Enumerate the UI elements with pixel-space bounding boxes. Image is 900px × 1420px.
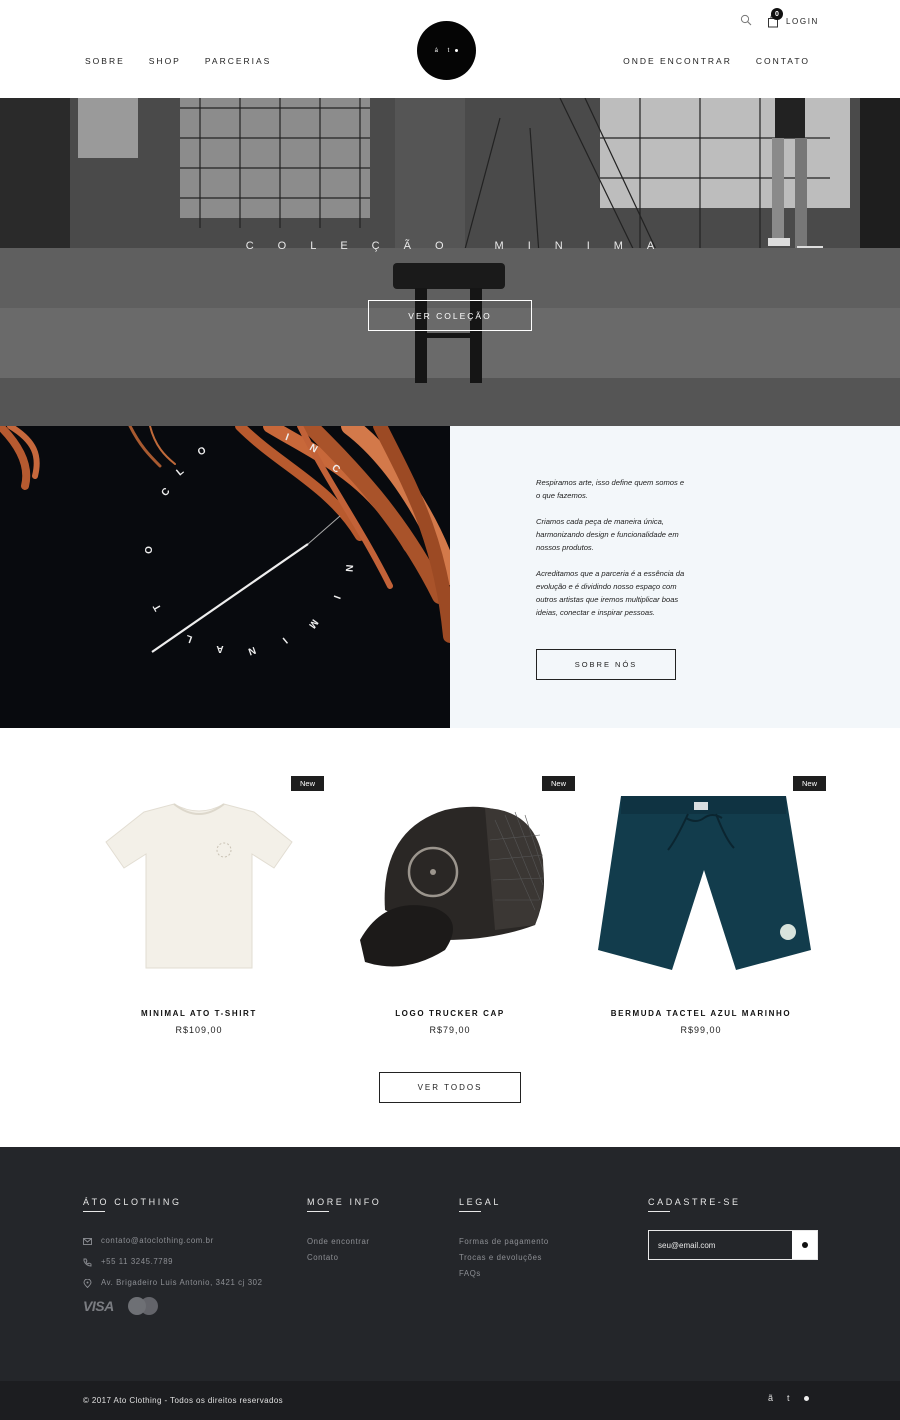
site-header: SOBRE SHOP PARCERIAS á t ONDE ENCONTRAR … [0, 0, 900, 98]
mastercard-icon [127, 1297, 158, 1315]
footer-link-pagamento[interactable]: Formas de pagamento [459, 1234, 549, 1250]
hero-title: COLEÇÃO MINIMA [245, 240, 679, 252]
footer-logo-dot [803, 1395, 809, 1401]
cap-image[interactable] [325, 790, 575, 980]
footer-email[interactable]: contato@atoclothing.com.br [101, 1234, 214, 1248]
mail-icon [83, 1238, 92, 1245]
about-image: C L O I N C N I M I N A L T O [0, 426, 450, 728]
svg-text:O: O [144, 546, 155, 554]
footer-address: Av. Brigadeiro Luis Antonio, 3421 cj 302 [101, 1278, 263, 1287]
product-card[interactable]: New MINIMAL ATO T-SHIRT R$109,00 [74, 772, 324, 1052]
footer-more-info-column: MORE INFO Onde encontrar Contato [307, 1197, 381, 1266]
nav-sobre[interactable]: SOBRE [85, 56, 125, 66]
footer-phone-row: +55 11 3245.7789 [83, 1255, 273, 1269]
footer-signup-heading: CADASTRE-SE [648, 1197, 818, 1216]
footer-logo-t: t [787, 1393, 790, 1403]
hero-banner: COLEÇÃO MINIMA VER COLEÇÃO [0, 98, 900, 426]
svg-text:I: I [280, 635, 289, 645]
nav-right: ONDE ENCONTRAR CONTATO [623, 56, 810, 66]
cart-count-badge: 0 [771, 8, 783, 20]
footer-legal-column: LEGAL Formas de pagamento Trocas e devol… [459, 1197, 549, 1282]
logo-text: á t [434, 47, 454, 54]
site-footer: ÁTO CLOTHING contato@atoclothing.com.br … [0, 1147, 900, 1381]
sobre-nos-button[interactable]: SOBRE NÓS [536, 649, 676, 680]
footer-more-info-heading: MORE INFO [307, 1197, 381, 1216]
phone-icon [83, 1258, 92, 1267]
location-icon [83, 1279, 92, 1288]
footer-signup-column: CADASTRE-SE [648, 1197, 818, 1260]
svg-text:N: N [307, 442, 319, 455]
svg-text:C: C [160, 486, 173, 499]
submit-dot-icon [801, 1242, 808, 1248]
product-name[interactable]: MINIMAL ATO T-SHIRT [74, 1009, 324, 1018]
footer-phone: +55 11 3245.7789 [101, 1257, 174, 1266]
new-badge: New [290, 776, 324, 791]
new-badge: New [792, 776, 826, 791]
circular-lettering: C L O I N C N I M I N A L T O [144, 432, 355, 657]
svg-text:I: I [284, 432, 291, 443]
footer-brand-column: ÁTO CLOTHING contato@atoclothing.com.br … [83, 1197, 273, 1315]
ver-colecao-button[interactable]: VER COLEÇÃO [368, 300, 532, 331]
nav-shop[interactable]: SHOP [149, 56, 181, 66]
svg-text:L: L [184, 632, 194, 644]
nav-left: SOBRE SHOP PARCERIAS [85, 56, 271, 66]
about-panel: Respiramos arte, isso define quem somos … [450, 426, 900, 728]
footer-address-row: Av. Brigadeiro Luis Antonio, 3421 cj 302 [83, 1276, 273, 1290]
product-card[interactable]: New LOGO TRUCKER CAP R$79,00 [325, 772, 575, 1052]
footer-legal-heading: LEGAL [459, 1197, 549, 1216]
about-paragraph-3: Acreditamos que a parceria é a essência … [536, 569, 685, 617]
newsletter-email-input[interactable] [649, 1231, 792, 1259]
svg-text:N: N [247, 644, 258, 657]
svg-text:C: C [329, 463, 342, 476]
site-logo[interactable]: á t [417, 21, 476, 80]
svg-text:N: N [343, 564, 355, 572]
new-badge: New [541, 776, 575, 791]
shorts-image[interactable] [576, 790, 826, 980]
footer-link-contato[interactable]: Contato [307, 1250, 381, 1266]
tshirt-image[interactable] [74, 790, 324, 980]
login-link[interactable]: LOGIN [786, 17, 819, 26]
product-name[interactable]: LOGO TRUCKER CAP [325, 1009, 575, 1018]
svg-text:A: A [216, 643, 223, 654]
nav-parcerias[interactable]: PARCERIAS [205, 56, 272, 66]
search-icon[interactable] [740, 14, 752, 26]
ver-todos-button[interactable]: VER TODOS [379, 1072, 521, 1103]
about-text: Respiramos arte, isso define quem somos … [536, 476, 686, 632]
product-price: R$79,00 [429, 1025, 471, 1035]
svg-text:O: O [196, 445, 208, 458]
svg-text:L: L [175, 466, 187, 478]
footer-email-row[interactable]: contato@atoclothing.com.br [83, 1234, 273, 1248]
footer-link-onde-encontrar[interactable]: Onde encontrar [307, 1234, 381, 1250]
product-price: R$99,00 [680, 1025, 722, 1035]
bottom-bar: © 2017 Ato Clothing - Todos os direitos … [0, 1381, 900, 1420]
svg-text:I: I [331, 594, 342, 601]
hero-photo [0, 98, 900, 426]
about-paragraph-2: Criamos cada peça de maneira única, harm… [536, 517, 679, 552]
footer-logo[interactable]: ã t [768, 1393, 809, 1403]
svg-text:M: M [306, 617, 320, 630]
footer-logo-a: ã [768, 1393, 774, 1403]
payment-methods: VISA [83, 1297, 273, 1315]
newsletter-submit-button[interactable] [792, 1231, 817, 1259]
product-name[interactable]: BERMUDA TACTEL AZUL MARINHO [576, 1009, 826, 1018]
footer-link-trocas[interactable]: Trocas e devoluções [459, 1250, 549, 1266]
about-paragraph-1: Respiramos arte, isso define quem somos … [536, 478, 685, 500]
newsletter-form [648, 1230, 818, 1260]
footer-link-faqs[interactable]: FAQs [459, 1266, 549, 1282]
product-card[interactable]: New BERMUDA TACTEL AZUL MARINHO R$99,00 [576, 772, 826, 1052]
logo-dot [455, 49, 459, 52]
nav-onde-encontrar[interactable]: ONDE ENCONTRAR [623, 56, 732, 66]
footer-brand-heading: ÁTO CLOTHING [83, 1197, 273, 1216]
svg-text:T: T [152, 602, 165, 613]
visa-logo: VISA [83, 1298, 114, 1314]
copyright-text: © 2017 Ato Clothing - Todos os direitos … [83, 1396, 284, 1405]
product-price: R$109,00 [175, 1025, 223, 1035]
nav-contato[interactable]: CONTATO [756, 56, 810, 66]
